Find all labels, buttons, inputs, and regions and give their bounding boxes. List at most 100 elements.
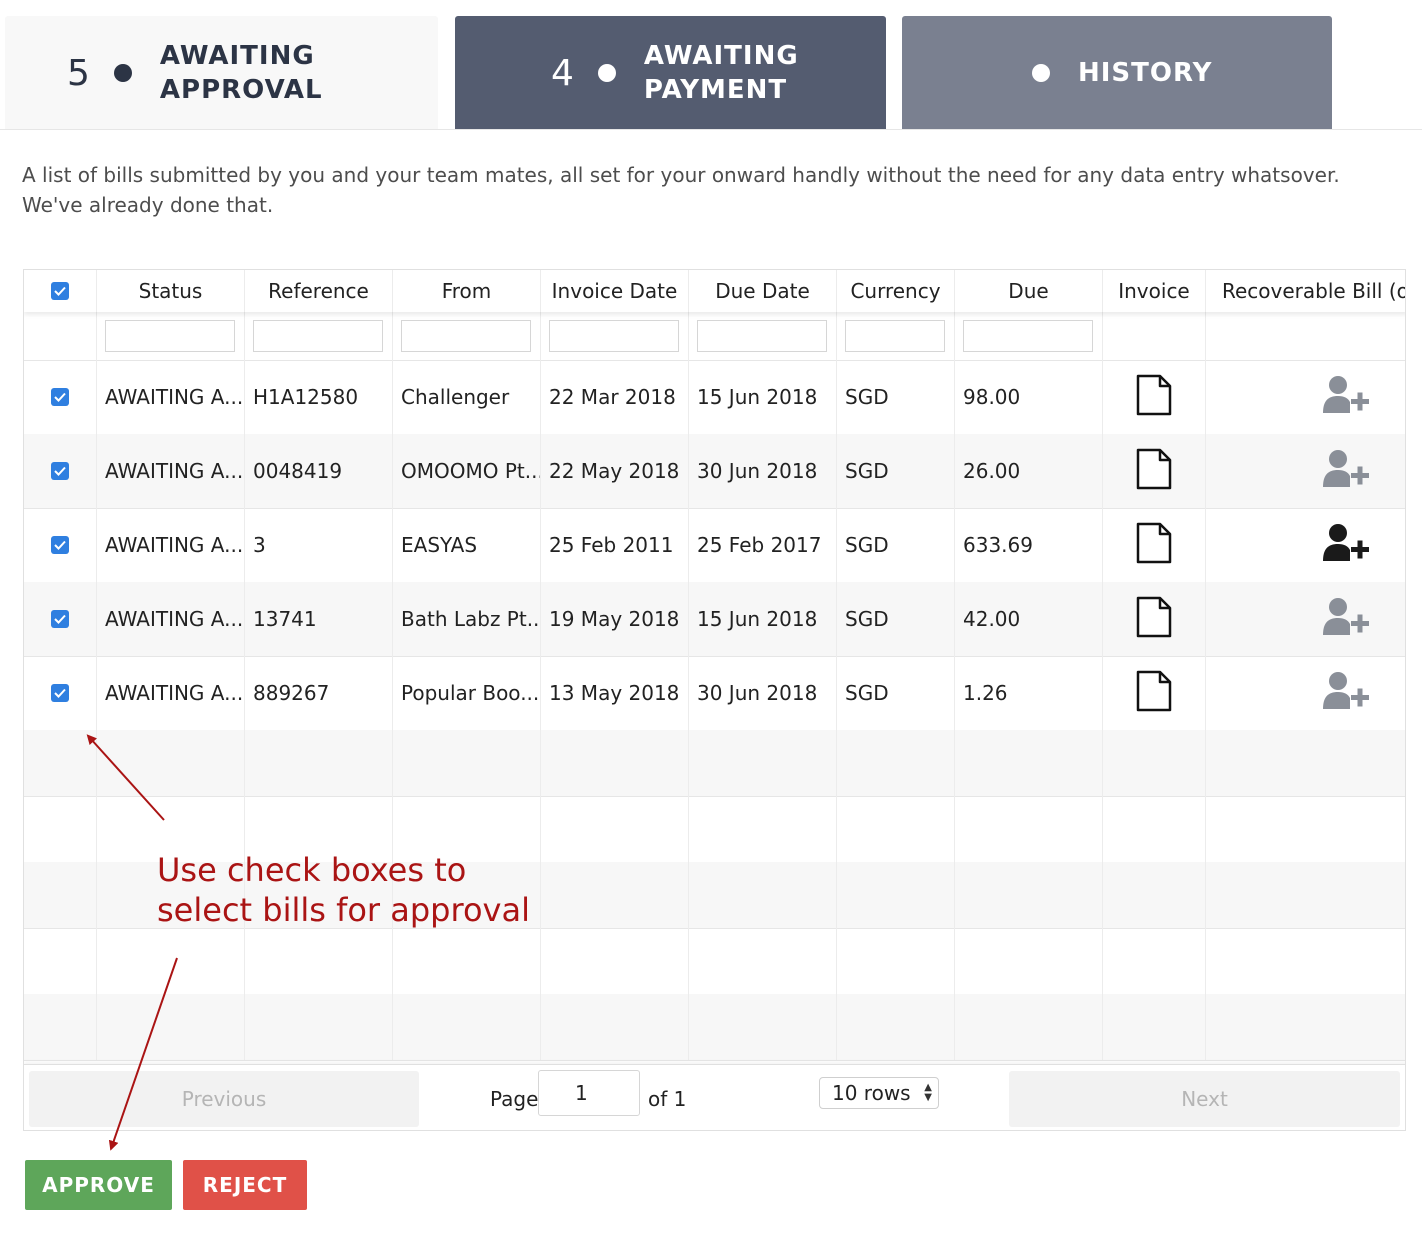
view-invoice-button[interactable] bbox=[1136, 448, 1172, 495]
empty-cell bbox=[1206, 730, 1405, 796]
cell-currency: SGD bbox=[837, 434, 955, 508]
filter-from-input[interactable] bbox=[401, 320, 531, 352]
row-checkbox[interactable] bbox=[51, 536, 69, 554]
filter-cell bbox=[245, 312, 393, 360]
cell-invoice-date: 22 Mar 2018 bbox=[541, 360, 689, 434]
assign-recoverable-button[interactable] bbox=[1322, 523, 1372, 568]
page-number-input[interactable]: 1 bbox=[538, 1070, 640, 1116]
tab-awaiting-approval[interactable]: 5 AWAITING APPROVAL bbox=[5, 16, 438, 130]
assign-recoverable-button[interactable] bbox=[1322, 597, 1372, 642]
invoice-cell bbox=[1103, 656, 1206, 730]
column-header-due[interactable]: Due bbox=[955, 270, 1103, 312]
tab-awaiting-payment[interactable]: 4 AWAITING PAYMENT bbox=[455, 16, 886, 130]
empty-cell bbox=[24, 928, 97, 994]
column-header-reference[interactable]: Reference bbox=[245, 270, 393, 312]
view-invoice-button[interactable] bbox=[1136, 670, 1172, 717]
filter-currency-input[interactable] bbox=[845, 320, 945, 352]
cell-reference: H1A12580 bbox=[245, 360, 393, 434]
assign-recoverable-button[interactable] bbox=[1322, 375, 1372, 420]
select-all-cell bbox=[24, 270, 97, 312]
column-header-from[interactable]: From bbox=[393, 270, 541, 312]
user-plus-icon bbox=[1322, 449, 1369, 487]
page-label: Page bbox=[490, 1087, 539, 1111]
table-row[interactable]: AWAITING A... 0048419 OMOOMO Pt... 22 May 2… bbox=[24, 434, 1405, 509]
empty-cell bbox=[97, 994, 245, 1060]
cell-status: AWAITING A... bbox=[97, 360, 245, 434]
column-header-currency[interactable]: Currency bbox=[837, 270, 955, 312]
row-select-cell bbox=[24, 582, 97, 656]
filter-row bbox=[24, 312, 1405, 361]
invoice-cell bbox=[1103, 360, 1206, 434]
tab-count: 4 bbox=[551, 52, 574, 94]
filter-reference-input[interactable] bbox=[253, 320, 383, 352]
empty-cell bbox=[689, 730, 837, 796]
empty-cell bbox=[393, 730, 541, 796]
cell-due: 42.00 bbox=[955, 582, 1103, 656]
assign-recoverable-button[interactable] bbox=[1322, 449, 1372, 494]
page-total-label: of 1 bbox=[648, 1087, 687, 1111]
cell-currency: SGD bbox=[837, 360, 955, 434]
column-header-due-date[interactable]: Due Date bbox=[689, 270, 837, 312]
reject-button[interactable]: REJECT bbox=[183, 1160, 307, 1210]
empty-cell bbox=[24, 862, 97, 928]
column-header-status[interactable]: Status bbox=[97, 270, 245, 312]
cell-due-date: 30 Jun 2018 bbox=[689, 656, 837, 730]
table-header: Status Reference From Invoice Date Due D… bbox=[24, 270, 1405, 312]
filter-status-input[interactable] bbox=[105, 320, 235, 352]
filter-cell bbox=[541, 312, 689, 360]
empty-cell bbox=[1103, 862, 1206, 928]
rows-per-page-select[interactable]: 10 rows ▲ ▼ bbox=[819, 1077, 939, 1109]
cell-due: 26.00 bbox=[955, 434, 1103, 508]
cell-due: 1.26 bbox=[955, 656, 1103, 730]
table-row[interactable]: AWAITING A... H1A12580 Challenger 22 Mar 20… bbox=[24, 360, 1405, 435]
empty-cell bbox=[245, 994, 393, 1060]
document-icon bbox=[1136, 670, 1172, 711]
empty-cell bbox=[1206, 862, 1405, 928]
cell-currency: SGD bbox=[837, 656, 955, 730]
row-checkbox[interactable] bbox=[51, 684, 69, 702]
column-header-invoice[interactable]: Invoice bbox=[1103, 270, 1206, 312]
filter-due-date-input[interactable] bbox=[697, 320, 827, 352]
table-row[interactable]: AWAITING A... 889267 Popular Boo... 13 May … bbox=[24, 656, 1405, 731]
view-invoice-button[interactable] bbox=[1136, 374, 1172, 421]
empty-cell bbox=[955, 796, 1103, 862]
approve-button[interactable]: APPROVE bbox=[25, 1160, 172, 1210]
empty-cell bbox=[24, 796, 97, 862]
filter-spacer bbox=[1103, 312, 1206, 360]
column-header-invoice-date[interactable]: Invoice Date bbox=[541, 270, 689, 312]
cell-invoice-date: 25 Feb 2011 bbox=[541, 508, 689, 582]
column-header-recoverable[interactable]: Recoverable Bill (op bbox=[1206, 270, 1405, 312]
cell-currency: SGD bbox=[837, 582, 955, 656]
previous-button[interactable]: Previous bbox=[29, 1071, 419, 1127]
table-row[interactable]: AWAITING A... 13741 Bath Labz Pt... 19 May … bbox=[24, 582, 1405, 657]
assign-recoverable-button[interactable] bbox=[1322, 671, 1372, 716]
view-invoice-button[interactable] bbox=[1136, 596, 1172, 643]
row-select-cell bbox=[24, 434, 97, 508]
user-plus-icon bbox=[1322, 523, 1369, 561]
checkbox-checked-icon bbox=[54, 688, 66, 698]
filter-cell bbox=[97, 312, 245, 360]
filter-invoice-date-input[interactable] bbox=[549, 320, 679, 352]
next-button[interactable]: Next bbox=[1009, 1071, 1400, 1127]
checkbox-checked-icon bbox=[54, 392, 66, 402]
cell-from: OMOOMO Pt... bbox=[393, 434, 541, 508]
empty-cell bbox=[1206, 796, 1405, 862]
empty-cell bbox=[1103, 796, 1206, 862]
filter-spacer bbox=[24, 312, 97, 360]
tab-history[interactable]: HISTORY bbox=[902, 16, 1332, 130]
row-checkbox[interactable] bbox=[51, 388, 69, 406]
user-plus-icon bbox=[1322, 671, 1369, 709]
table-row[interactable]: AWAITING A... 3 EASYAS 25 Feb 2011 25 Feb 20… bbox=[24, 508, 1405, 583]
view-invoice-button[interactable] bbox=[1136, 522, 1172, 569]
cell-status: AWAITING A... bbox=[97, 508, 245, 582]
row-checkbox[interactable] bbox=[51, 462, 69, 480]
filter-due-input[interactable] bbox=[963, 320, 1093, 352]
row-checkbox[interactable] bbox=[51, 610, 69, 628]
cell-invoice-date: 22 May 2018 bbox=[541, 434, 689, 508]
empty-cell bbox=[689, 928, 837, 994]
empty-cell bbox=[393, 994, 541, 1060]
tab-count: 5 bbox=[67, 52, 90, 94]
select-all-checkbox[interactable] bbox=[51, 282, 69, 300]
invoice-cell bbox=[1103, 508, 1206, 582]
document-icon bbox=[1136, 596, 1172, 637]
